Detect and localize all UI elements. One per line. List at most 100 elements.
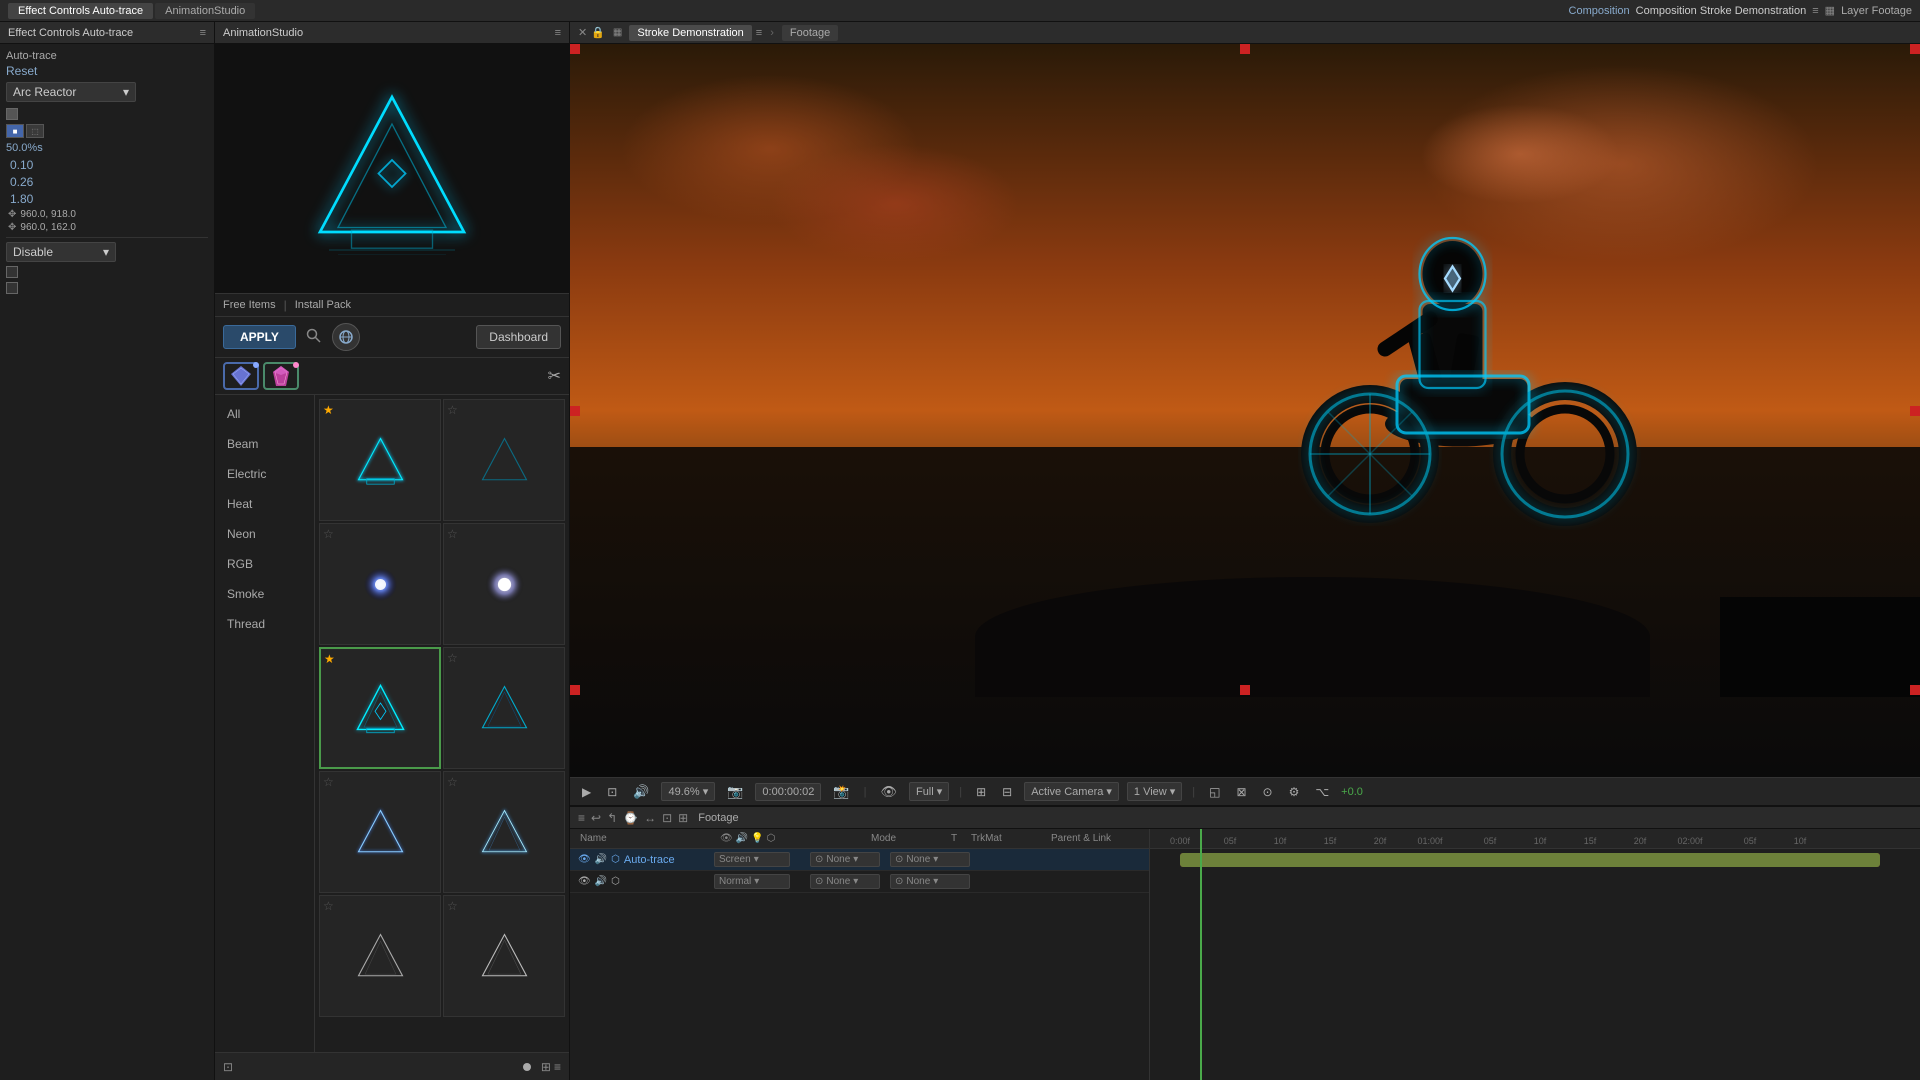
tab-diamond[interactable] bbox=[223, 362, 259, 390]
effect-item-6[interactable]: ☆ bbox=[443, 647, 565, 769]
star-1[interactable]: ★ bbox=[323, 403, 334, 417]
lock-icon[interactable]: 🔒 bbox=[591, 26, 605, 39]
view-dropdown[interactable]: 1 View ▾ bbox=[1127, 782, 1182, 801]
category-neon[interactable]: Neon bbox=[215, 519, 314, 549]
mode-dropdown-1[interactable]: Screen ▾ bbox=[714, 852, 790, 867]
view-icon-1[interactable]: ⊞ bbox=[541, 1060, 551, 1074]
tl-bar-content-2[interactable] bbox=[1180, 853, 1880, 867]
effect-item-7[interactable]: ☆ bbox=[319, 771, 441, 893]
effect-item-1[interactable]: ★ bbox=[319, 399, 441, 521]
percent-value[interactable]: 50.0%s bbox=[6, 142, 43, 154]
vp-preview-btn[interactable]: ⊡ bbox=[603, 783, 621, 801]
tl-icon-undo[interactable]: ↩ bbox=[591, 811, 601, 825]
zoom-dropdown[interactable]: 49.6% ▾ bbox=[661, 782, 715, 801]
value-3[interactable]: 1.80 bbox=[6, 192, 208, 206]
effect-item-5[interactable]: ★ bbox=[319, 647, 441, 769]
vp-audio-btn[interactable]: 🔊 bbox=[629, 782, 653, 802]
mode-dropdown-2[interactable]: Normal ▾ bbox=[714, 874, 790, 889]
install-pack-link[interactable]: Install Pack bbox=[295, 299, 351, 311]
effect-item-10[interactable]: ☆ bbox=[443, 895, 565, 1017]
tab-animation-studio[interactable]: AnimationStudio bbox=[155, 3, 255, 19]
effect-item-4[interactable]: ☆ bbox=[443, 523, 565, 645]
coord-2[interactable]: ✥ 960.0, 162.0 bbox=[6, 222, 208, 233]
coord-1[interactable]: ✥ 960.0, 918.0 bbox=[6, 209, 208, 220]
tl-icon-4[interactable]: ⊡ bbox=[662, 811, 672, 825]
tl-icon-3[interactable]: ↔ bbox=[644, 811, 656, 825]
bottom-icon-1[interactable]: ⊡ bbox=[223, 1060, 233, 1074]
tab-gem[interactable] bbox=[263, 362, 299, 390]
vp-flow-btn[interactable]: ⌥ bbox=[1311, 783, 1333, 801]
star-7[interactable]: ☆ bbox=[323, 775, 334, 789]
star-9[interactable]: ☆ bbox=[323, 899, 334, 913]
tl-playhead[interactable] bbox=[1200, 829, 1202, 1080]
icon-box-2[interactable]: ⬚ bbox=[26, 124, 44, 138]
star-2[interactable]: ☆ bbox=[447, 403, 458, 417]
globe-button[interactable] bbox=[332, 323, 360, 351]
tools-icon[interactable]: ✂ bbox=[548, 366, 561, 386]
effect-item-9[interactable]: ☆ bbox=[319, 895, 441, 1017]
search-button[interactable] bbox=[302, 326, 326, 349]
vp-grid-btn[interactable]: ⊞ bbox=[972, 783, 990, 801]
comp-menu-icon[interactable]: ≡ bbox=[756, 27, 762, 39]
value-1[interactable]: 0.10 bbox=[6, 158, 208, 172]
vp-export-btn[interactable]: ⊙ bbox=[1259, 783, 1277, 801]
quality-dropdown[interactable]: Full ▾ bbox=[909, 782, 949, 801]
tl-layer-name-1[interactable]: Auto-trace bbox=[624, 854, 675, 866]
vp-snapshot-btn[interactable]: 📸 bbox=[829, 782, 853, 802]
tl-col-icon-1[interactable]: 👁 bbox=[720, 833, 733, 844]
tl-audio-2[interactable]: 🔊 bbox=[595, 876, 607, 887]
tl-icon-2[interactable]: ⌚ bbox=[623, 811, 638, 825]
star-10[interactable]: ☆ bbox=[447, 899, 458, 913]
star-8[interactable]: ☆ bbox=[447, 775, 458, 789]
tab-footage[interactable]: Footage bbox=[782, 25, 838, 41]
tl-visibility-2[interactable]: 👁 bbox=[578, 876, 591, 887]
checkbox-1[interactable] bbox=[6, 108, 18, 120]
vp-eye-btn[interactable]: 👁 bbox=[876, 782, 901, 802]
category-heat[interactable]: Heat bbox=[215, 489, 314, 519]
vp-camera-icon[interactable]: 📷 bbox=[723, 782, 747, 802]
disable-dropdown[interactable]: Disable ▾ bbox=[6, 242, 116, 262]
vp-settings-btn[interactable]: ⚙ bbox=[1285, 783, 1304, 801]
reset-label[interactable]: Reset bbox=[6, 64, 208, 78]
tl-icon-1[interactable]: ↰ bbox=[607, 811, 617, 825]
center-panel-menu-icon[interactable]: ≡ bbox=[555, 27, 561, 39]
tab-effect-controls[interactable]: Effect Controls Auto-trace bbox=[8, 3, 153, 19]
star-3[interactable]: ☆ bbox=[323, 527, 334, 541]
trkmat-dropdown-1[interactable]: ⊙ None ▾ bbox=[810, 852, 880, 867]
tl-solo-1[interactable]: ⬡ bbox=[611, 854, 620, 865]
effect-item-8[interactable]: ☆ bbox=[443, 771, 565, 893]
tl-col-icon-2[interactable]: 🔊 bbox=[736, 833, 748, 844]
checkbox-2[interactable] bbox=[6, 266, 18, 278]
vp-play-btn[interactable]: ▶ bbox=[578, 783, 595, 801]
value-2[interactable]: 0.26 bbox=[6, 175, 208, 189]
tl-visibility-1[interactable]: 👁 bbox=[578, 854, 591, 865]
dashboard-button[interactable]: Dashboard bbox=[476, 325, 561, 349]
camera-dropdown[interactable]: Active Camera ▾ bbox=[1024, 782, 1119, 801]
vp-guides-btn[interactable]: ⊟ bbox=[998, 783, 1016, 801]
category-beam[interactable]: Beam bbox=[215, 429, 314, 459]
tl-icon-5[interactable]: ⊞ bbox=[678, 811, 688, 825]
view-icon-2[interactable]: ≡ bbox=[554, 1060, 561, 1074]
close-icon[interactable]: ✕ bbox=[578, 26, 587, 39]
tab-stroke-demo[interactable]: Stroke Demonstration bbox=[629, 25, 751, 41]
tl-audio-1[interactable]: 🔊 bbox=[595, 854, 607, 865]
tl-col-icon-4[interactable]: ⬡ bbox=[767, 833, 776, 844]
comp-menu[interactable]: ≡ bbox=[1812, 5, 1818, 17]
tl-icon-menu[interactable]: ≡ bbox=[578, 811, 585, 825]
tl-col-icon-3[interactable]: 💡 bbox=[751, 833, 763, 844]
parent-dropdown-2[interactable]: ⊙ None ▾ bbox=[890, 874, 970, 889]
left-panel-menu-icon[interactable]: ≡ bbox=[200, 27, 206, 39]
free-items-link[interactable]: Free Items bbox=[223, 299, 276, 311]
tl-solo-2[interactable]: ⬡ bbox=[611, 876, 620, 887]
vp-render-btn[interactable]: ⊠ bbox=[1232, 783, 1250, 801]
checkbox-3[interactable] bbox=[6, 282, 18, 294]
category-electric[interactable]: Electric bbox=[215, 459, 314, 489]
vp-comp-btn[interactable]: ◱ bbox=[1205, 783, 1224, 801]
category-all[interactable]: All bbox=[215, 399, 314, 429]
star-6[interactable]: ☆ bbox=[447, 651, 458, 665]
category-thread[interactable]: Thread bbox=[215, 609, 314, 639]
layer-footage-tab[interactable]: Layer Footage bbox=[1841, 5, 1912, 17]
preset-dropdown[interactable]: Arc Reactor ▾ bbox=[6, 82, 136, 102]
apply-button[interactable]: APPLY bbox=[223, 325, 296, 349]
category-rgb[interactable]: RGB bbox=[215, 549, 314, 579]
